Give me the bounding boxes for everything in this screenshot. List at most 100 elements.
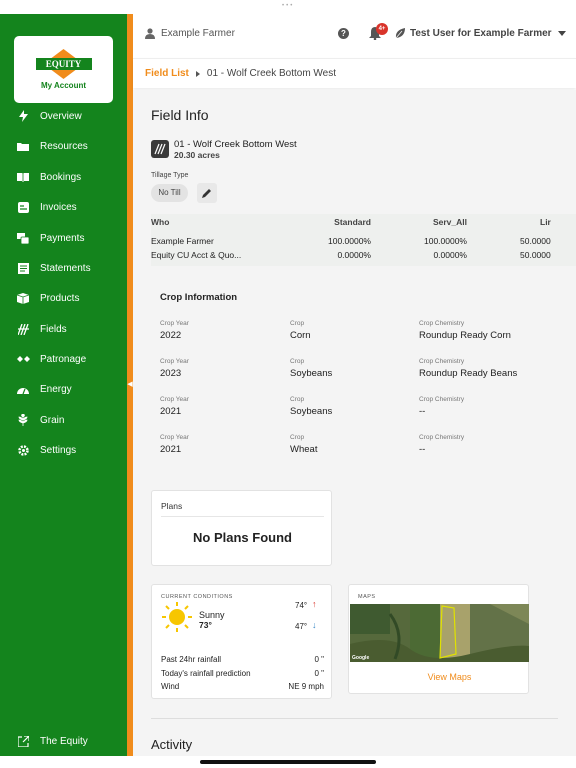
external-link-icon — [16, 734, 30, 748]
weather-row: Wind NE 9 mph — [161, 682, 324, 691]
crop-year-value: 2022 — [160, 330, 182, 341]
tillage-type-chip: No Till — [151, 184, 188, 202]
crop-chemistry-label: Crop Chemistry — [419, 434, 465, 441]
activity-heading: Activity — [151, 737, 193, 752]
sidebar-item-fields[interactable]: Fields — [0, 317, 127, 341]
weather-row-label: Today's rainfall prediction — [161, 669, 251, 678]
crop-value: Wheat — [290, 444, 318, 455]
sidebar-item-settings[interactable]: Settings — [0, 438, 127, 462]
sidebar-item-overview[interactable]: Overview — [0, 104, 127, 128]
fields-icon — [16, 322, 30, 336]
satellite-map-thumbnail[interactable] — [350, 604, 529, 662]
logo-diamond: EQUITY — [35, 49, 92, 79]
crop-chemistry-label: Crop Chemistry — [419, 396, 465, 403]
maps-label: MAPS — [358, 594, 376, 600]
weather-row-value: 0 " — [314, 669, 324, 678]
table-cell: 0.0000% — [433, 250, 467, 260]
statement-icon — [16, 261, 30, 275]
account-name: Test User for Example Farmer — [410, 28, 552, 39]
equity-logo[interactable]: EQUITY My Account — [14, 36, 113, 103]
chevron-down-icon — [557, 31, 566, 36]
table-cell: 100.0000% — [327, 236, 371, 246]
invoice-icon — [16, 200, 30, 214]
field-icon — [151, 140, 169, 158]
crop-value: Soybeans — [290, 368, 333, 379]
weather-row-value: 0 " — [314, 655, 324, 664]
arrow-down-icon: ↓ — [312, 620, 317, 630]
crop-label: Crop — [290, 396, 305, 403]
main-content: Field Info 01 - Wolf Creek Bottom West 2… — [133, 90, 576, 756]
crop-year-label: Crop Year — [160, 396, 189, 403]
crop-chemistry-value: Roundup Ready Beans — [419, 368, 518, 379]
sidebar-item-statements[interactable]: Statements — [0, 256, 127, 280]
folder-icon — [16, 139, 30, 153]
sidebar-item-label: Bookings — [40, 171, 82, 183]
crop-information-heading: Crop Information — [160, 292, 238, 303]
crop-value: Corn — [290, 330, 311, 341]
crop-year-label: Crop Year — [160, 358, 189, 365]
sun-icon — [162, 602, 192, 632]
view-maps-link[interactable]: View Maps — [349, 672, 530, 682]
sidebar-item-label: Resources — [40, 140, 88, 152]
table-cell: 50.0000 — [520, 250, 551, 260]
sidebar-item-energy[interactable]: Energy — [0, 377, 127, 401]
breadcrumb-field-list-link[interactable]: Field List — [145, 68, 189, 79]
energy-icon — [16, 382, 30, 396]
table-cell: Equity CU Acct & Quo... — [151, 250, 242, 260]
payments-icon — [16, 231, 30, 245]
sidebar-item-label: Products — [40, 292, 80, 304]
edit-tillage-button[interactable] — [197, 183, 217, 203]
low-temperature: 47° — [295, 622, 308, 631]
leaf-icon — [395, 28, 405, 39]
sidebar-item-invoices[interactable]: Invoices — [0, 195, 127, 219]
help-icon[interactable]: ? — [338, 28, 349, 39]
account-menu[interactable]: Test User for Example Farmer — [410, 28, 566, 39]
sidebar-item-products[interactable]: Products — [0, 286, 127, 310]
notification-badge: 4+ — [376, 23, 388, 35]
table-row: Equity CU Acct & Quo... 0.0000% 0.0000% … — [151, 250, 576, 262]
grain-icon — [16, 413, 30, 427]
sidebar-item-label: The Equity — [40, 735, 88, 747]
gear-icon — [16, 443, 30, 457]
weather-row-value: NE 9 mph — [288, 682, 324, 691]
sidebar-item-label: Payments — [40, 232, 85, 244]
sidebar-item-label: Settings — [40, 444, 77, 456]
crop-year-value: 2021 — [160, 444, 182, 455]
crop-value: Soybeans — [290, 406, 333, 417]
column-header: Lir — [540, 217, 551, 227]
column-header: Standard — [334, 217, 371, 227]
sidebar-item-label: Energy — [40, 383, 72, 395]
bolt-icon — [16, 109, 30, 123]
farm-selector[interactable]: Example Farmer — [145, 28, 235, 39]
sidebar-item-label: Statements — [40, 262, 91, 274]
table-cell: 0.0000% — [337, 250, 371, 260]
app-root: ••• EQUITY My Account Overview Resources — [0, 0, 576, 768]
crop-chemistry-value: -- — [419, 444, 426, 455]
crop-chemistry-value: Roundup Ready Corn — [419, 330, 511, 341]
weather-row: Past 24hr rainfall 0 " — [161, 655, 324, 664]
high-temperature: 74° — [295, 601, 308, 610]
crop-label: Crop — [290, 358, 305, 365]
sidebar-item-grain[interactable]: Grain — [0, 408, 127, 432]
sidebar-item-resources[interactable]: Resources — [0, 134, 127, 158]
person-icon — [145, 28, 155, 39]
maps-card: MAPS Google View Maps — [348, 584, 529, 694]
plans-title: Plans — [161, 501, 183, 511]
logo-subtitle: My Account — [40, 81, 87, 90]
sidebar-item-label: Grain — [40, 414, 65, 426]
sidebar-item-label: Patronage — [40, 353, 87, 365]
farm-name: Example Farmer — [161, 28, 235, 39]
book-icon — [16, 170, 30, 184]
weather-row-label: Past 24hr rainfall — [161, 655, 222, 664]
status-dots: ••• — [282, 3, 295, 9]
ownership-table: Who Standard Serv_All Lir Example Farmer… — [151, 214, 576, 266]
sidebar-item-bookings[interactable]: Bookings — [0, 165, 127, 189]
crop-year-value: 2023 — [160, 368, 182, 379]
current-temperature: 73° — [199, 620, 212, 630]
sidebar-item-the-equity[interactable]: The Equity — [0, 729, 127, 753]
sidebar-item-payments[interactable]: Payments — [0, 226, 127, 250]
table-row: Example Farmer 100.0000% 100.0000% 50.00… — [151, 236, 576, 248]
crop-year-label: Crop Year — [160, 434, 189, 441]
divider — [151, 718, 558, 719]
sidebar-item-patronage[interactable]: Patronage — [0, 347, 127, 371]
